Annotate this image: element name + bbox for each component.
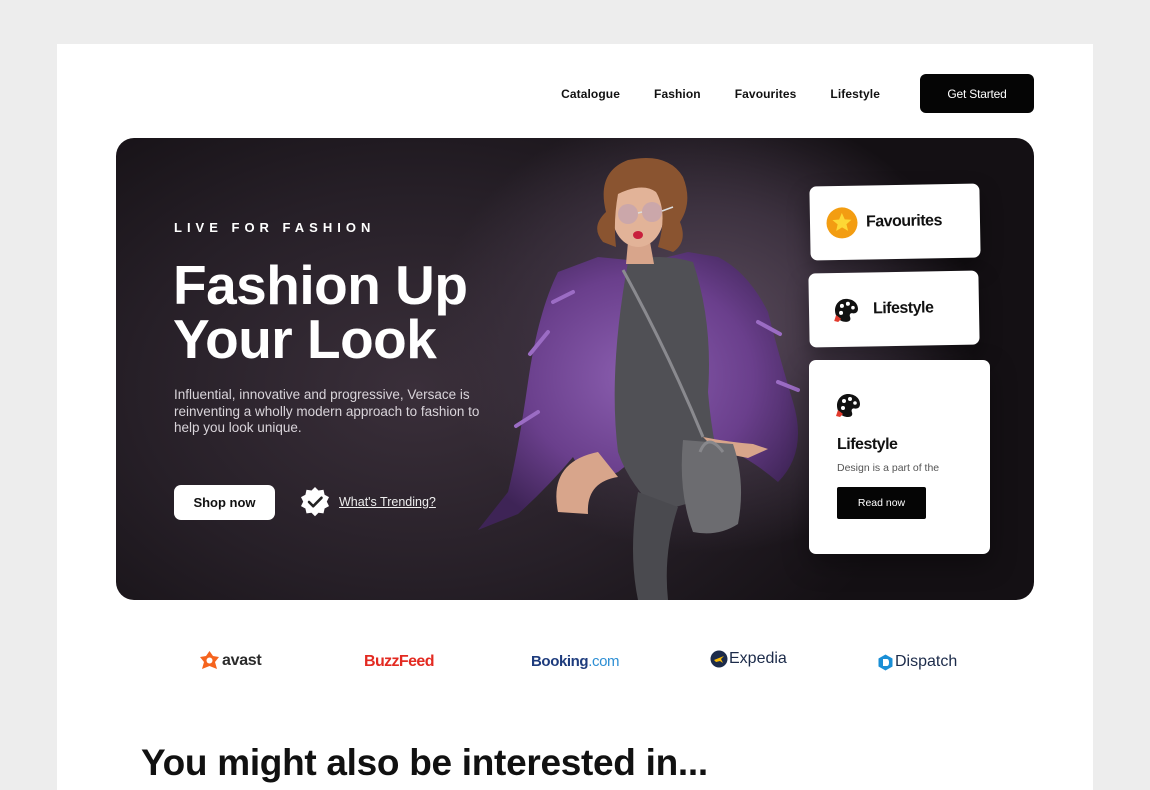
feature-card-title: Lifestyle [837, 436, 898, 453]
booking-wordmark: Booking [531, 653, 589, 670]
feature-card-subtitle: Design is a part of the [837, 462, 940, 474]
favourites-card[interactable]: Favourites [809, 183, 981, 261]
shop-now-button[interactable]: Shop now [174, 485, 275, 520]
lifestyle-card-title: Lifestyle [872, 299, 934, 318]
hero-eyebrow: LIVE FOR FASHION [174, 220, 376, 235]
whats-trending-link[interactable]: What's Trending? [299, 486, 436, 518]
avast-icon [200, 651, 219, 669]
lifestyle-feature-card: Lifestyle Design is a part of the Read n… [809, 360, 990, 554]
favourites-card-title: Favourites [865, 212, 943, 231]
star-icon [826, 207, 858, 239]
palette-icon [834, 298, 858, 322]
avast-wordmark: avast [222, 651, 262, 669]
verified-badge-icon [301, 487, 329, 517]
expedia-wordmark: Expedia [729, 650, 787, 667]
section-title: You might also be interested in... [141, 742, 708, 783]
avast-logo: avast [199, 650, 262, 671]
lifestyle-card[interactable]: Lifestyle [808, 270, 980, 348]
dispatch-logo: Dispatch [878, 653, 957, 671]
dispatch-wordmark: Dispatch [895, 653, 958, 670]
hero-description: Influential, innovative and progressive,… [174, 387, 480, 435]
headline-line-2: Your Look [173, 308, 437, 370]
get-started-button[interactable]: Get Started [920, 74, 1034, 113]
palette-icon [836, 394, 860, 417]
expedia-logo: Expedia [710, 650, 787, 668]
booking-domain: .com [588, 653, 620, 670]
nav-lifestyle[interactable]: Lifestyle [830, 87, 880, 101]
nav-favourites[interactable]: Favourites [735, 87, 797, 101]
top-nav: Catalogue Fashion Favourites Lifestyle G… [561, 74, 1034, 113]
whats-trending-label: What's Trending? [339, 495, 436, 509]
booking-logo: Booking .com [531, 653, 620, 670]
hero-banner: LIVE FOR FASHION Fashion Up Your Look In… [116, 138, 1034, 600]
page: Catalogue Fashion Favourites Lifestyle G… [57, 44, 1093, 790]
nav-fashion[interactable]: Fashion [654, 87, 701, 101]
headline-line-1: Fashion Up [173, 254, 468, 316]
read-now-button[interactable]: Read now [837, 487, 926, 519]
buzzfeed-logo: BuzzFeed [364, 653, 434, 670]
dispatch-icon [878, 654, 893, 670]
expedia-icon [710, 650, 728, 668]
hero-headline: Fashion Up Your Look [173, 254, 468, 370]
fashion-model-image [478, 158, 800, 600]
nav-catalogue[interactable]: Catalogue [561, 87, 620, 101]
